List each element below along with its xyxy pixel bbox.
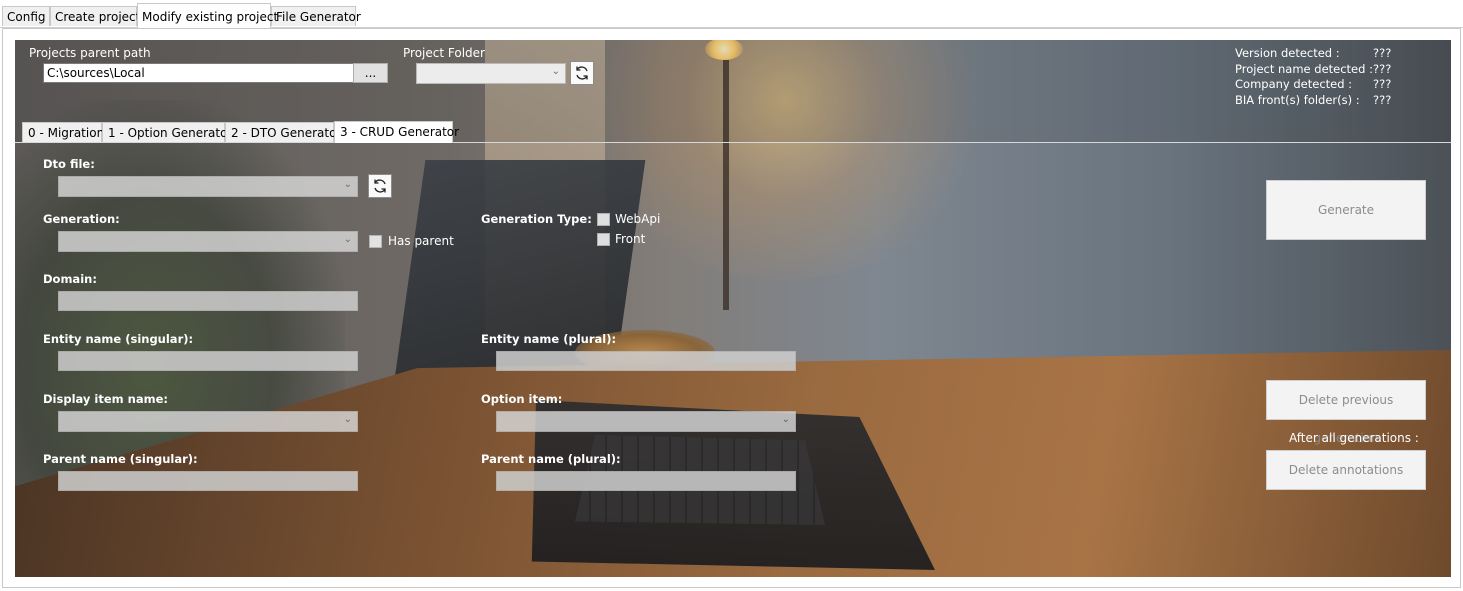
project-name-detected-label: Project name detected : — [1235, 62, 1373, 76]
generation-label: Generation: — [43, 212, 120, 226]
parent-plural-input[interactable] — [496, 471, 796, 491]
top-tab-strip: Config Create project Modify existing pr… — [0, 0, 1463, 28]
generate-button[interactable]: Generate — [1266, 180, 1426, 240]
parent-singular-label: Parent name (singular): — [43, 452, 198, 466]
tab-crud-generator[interactable]: 3 - CRUD Generator — [334, 121, 459, 143]
dto-file-select[interactable]: ⌄ — [58, 176, 358, 197]
entity-singular-input[interactable] — [58, 351, 358, 371]
bia-front-folders-label: BIA front(s) folder(s) : — [1235, 93, 1360, 107]
chevron-down-icon: ⌄ — [781, 414, 790, 425]
front-label: Front — [615, 232, 646, 246]
parent-path-input[interactable]: C:\sources\Local — [43, 63, 354, 83]
after-all-generations-label: After all generations : — [1289, 431, 1419, 445]
display-item-select[interactable]: ⌄ — [58, 411, 358, 432]
delete-previous-generation-button[interactable]: Delete previous generation — [1266, 380, 1426, 445]
tab-migration[interactable]: 0 - Migration — [22, 122, 104, 143]
tab-dto-generator[interactable]: 2 - DTO Generator — [225, 122, 341, 143]
delete-annotations-button[interactable]: Delete annotations — [1266, 450, 1426, 490]
generation-type-label: Generation Type: — [481, 212, 592, 226]
bia-front-folders-value: ??? — [1373, 93, 1392, 107]
company-detected-label: Company detected : — [1235, 77, 1353, 91]
browse-button[interactable]: ... — [353, 63, 388, 83]
entity-plural-label: Entity name (plural): — [481, 332, 617, 346]
project-name-detected-value: ??? — [1373, 62, 1392, 76]
domain-input[interactable] — [58, 291, 358, 311]
chevron-down-icon: ⌄ — [343, 179, 352, 190]
refresh-icon — [576, 66, 588, 80]
has-parent-checkbox[interactable] — [369, 235, 382, 248]
chevron-down-icon: ⌄ — [551, 66, 560, 77]
parent-path-label: Projects parent path — [29, 46, 151, 60]
domain-label: Domain: — [43, 272, 97, 286]
has-parent-label: Has parent — [388, 234, 454, 248]
option-item-label: Option item: — [481, 392, 563, 406]
dto-file-label: Dto file: — [43, 157, 95, 171]
project-folder-select[interactable]: ⌄ — [416, 63, 566, 84]
entity-plural-input[interactable] — [496, 351, 796, 371]
tab-option-generator[interactable]: 1 - Option Generator — [102, 122, 232, 143]
generation-select[interactable]: ⌄ — [58, 231, 358, 252]
tab-panel-divider — [15, 142, 1451, 143]
version-detected-label: Version detected : — [1235, 46, 1340, 60]
tab-modify-existing-project[interactable]: Modify existing project — [137, 3, 278, 28]
display-item-label: Display item name: — [43, 392, 168, 406]
refresh-dto-button[interactable] — [368, 174, 392, 198]
chevron-down-icon: ⌄ — [343, 414, 352, 425]
front-checkbox[interactable] — [597, 233, 610, 246]
tab-create-project[interactable]: Create project — [50, 6, 140, 26]
parent-plural-label: Parent name (plural): — [481, 452, 621, 466]
entity-singular-label: Entity name (singular): — [43, 332, 194, 346]
tab-file-generator[interactable]: File Generator — [271, 6, 361, 26]
parent-singular-input[interactable] — [58, 471, 358, 491]
option-item-select[interactable]: ⌄ — [496, 411, 796, 432]
webapi-label: WebApi — [615, 212, 661, 226]
company-detected-value: ??? — [1373, 77, 1392, 91]
project-folder-label: Project Folder — [403, 46, 485, 60]
chevron-down-icon: ⌄ — [343, 234, 352, 245]
webapi-checkbox[interactable] — [597, 213, 610, 226]
version-detected-value: ??? — [1373, 46, 1392, 60]
tab-config[interactable]: Config — [2, 6, 50, 26]
refresh-icon — [374, 179, 386, 193]
refresh-project-button[interactable] — [570, 61, 594, 85]
